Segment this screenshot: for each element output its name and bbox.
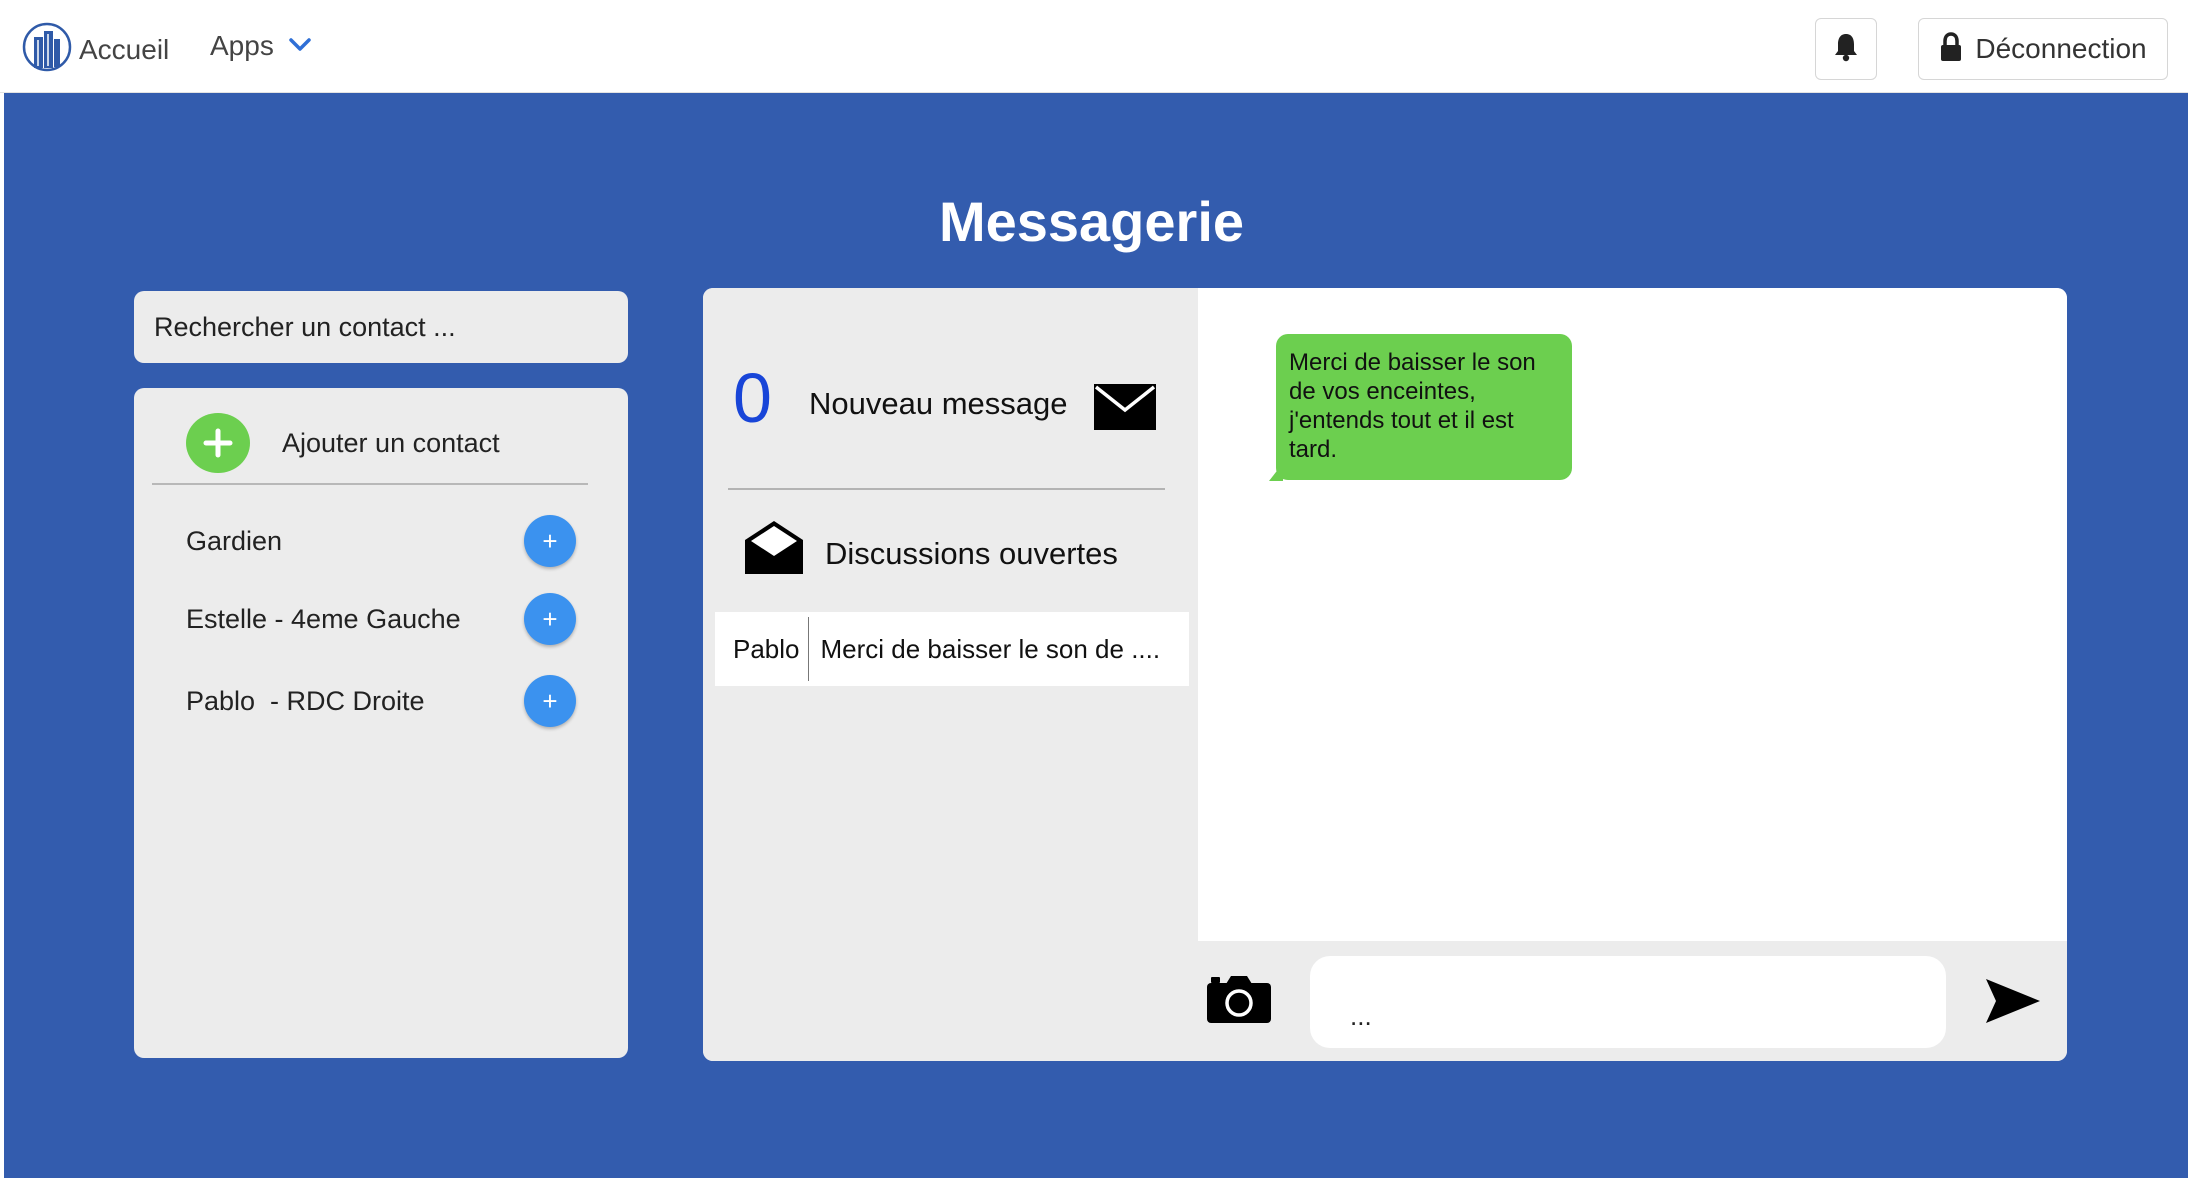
contact-item-estelle[interactable]: Estelle - 4eme Gauche + xyxy=(186,591,576,647)
apps-label: Apps xyxy=(210,30,274,61)
new-message-label[interactable]: Nouveau message xyxy=(809,386,1068,422)
main-area: Messagerie Ajouter un contact Gardien + … xyxy=(4,93,2188,1178)
chat-area: Merci de baisser le son de vos enceintes… xyxy=(1198,288,2067,941)
building-logo-icon xyxy=(22,22,72,77)
lock-icon xyxy=(1939,31,1963,67)
message-input[interactable] xyxy=(1310,956,1946,1048)
open-envelope-icon xyxy=(743,518,805,581)
conversations-pane: 0 Nouveau message Discussions ouvertes P… xyxy=(703,288,1198,1061)
contact-item-gardien[interactable]: Gardien + xyxy=(186,513,576,569)
message-bubble: Merci de baisser le son de vos enceintes… xyxy=(1276,334,1572,480)
messenger-panel: 0 Nouveau message Discussions ouvertes P… xyxy=(703,288,2067,1061)
home-label: Accueil xyxy=(79,33,170,65)
contact-name: Pablo - RDC Droite xyxy=(186,685,425,716)
contacts-panel: Ajouter un contact Gardien + Estelle - 4… xyxy=(134,388,628,1058)
contact-search-input[interactable] xyxy=(134,291,628,363)
thread-preview: Merci de baisser le son de .... xyxy=(820,633,1161,664)
message-composer xyxy=(1198,941,2067,1061)
chevron-down-icon xyxy=(274,32,312,61)
contact-add-button[interactable]: + xyxy=(524,675,576,727)
add-contact-button[interactable]: Ajouter un contact xyxy=(186,413,500,473)
open-discussions-label: Discussions ouvertes xyxy=(825,536,1118,571)
top-navbar: Accueil Apps Déconnection xyxy=(0,0,2188,93)
contact-name: Gardien xyxy=(186,525,283,556)
send-icon[interactable] xyxy=(1984,977,2042,1030)
contact-add-button[interactable]: + xyxy=(524,515,576,567)
logout-button[interactable]: Déconnection xyxy=(1918,18,2168,80)
plus-icon xyxy=(186,413,250,473)
contact-name: Estelle - 4eme Gauche xyxy=(186,603,461,634)
add-contact-label: Ajouter un contact xyxy=(282,427,500,458)
thread-item-pablo[interactable]: Pablo Merci de baisser le son de .... xyxy=(715,612,1189,686)
contacts-divider xyxy=(152,483,588,485)
new-message-count: 0 xyxy=(733,359,772,437)
pane-divider xyxy=(728,488,1165,490)
contact-item-pablo[interactable]: Pablo - RDC Droite + xyxy=(186,673,576,729)
apps-dropdown[interactable]: Apps xyxy=(210,30,312,62)
logout-label: Déconnection xyxy=(1975,33,2147,64)
bell-icon xyxy=(1832,32,1860,67)
notifications-button[interactable] xyxy=(1815,18,1877,80)
page-title: Messagerie xyxy=(938,190,1245,253)
camera-icon[interactable] xyxy=(1206,974,1272,1029)
thread-name: Pablo xyxy=(715,617,809,681)
contact-add-button[interactable]: + xyxy=(524,593,576,645)
envelope-icon[interactable] xyxy=(1093,383,1157,436)
home-link[interactable]: Accueil xyxy=(22,22,169,77)
